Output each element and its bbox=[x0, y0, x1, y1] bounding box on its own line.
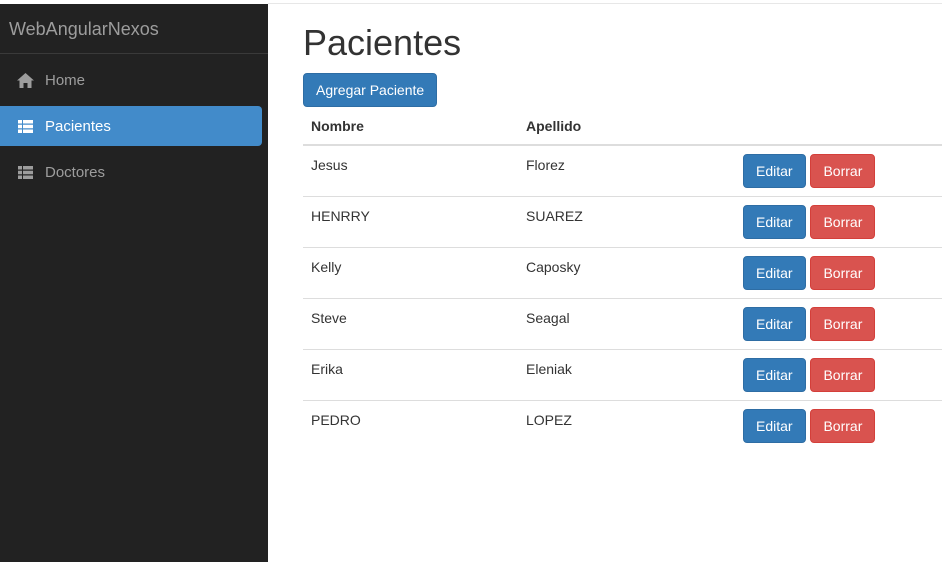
cell-apellido: LOPEZ bbox=[518, 399, 735, 451]
sidebar-item-label: Pacientes bbox=[45, 117, 111, 135]
cell-nombre: HENRRY bbox=[303, 195, 518, 247]
cell-nombre: Jesus bbox=[303, 144, 518, 196]
table-row: Steve Seagal Editar Borrar bbox=[303, 297, 942, 349]
sidebar-item-home[interactable]: Home bbox=[0, 60, 262, 100]
column-header-nombre: Nombre bbox=[303, 108, 518, 146]
page-title: Pacientes bbox=[303, 22, 462, 63]
table-row: HENRRY SUAREZ Editar Borrar bbox=[303, 195, 942, 247]
cell-actions: Editar Borrar bbox=[735, 246, 942, 298]
delete-button[interactable]: Borrar bbox=[810, 357, 876, 392]
delete-button[interactable]: Borrar bbox=[810, 408, 876, 443]
column-header-actions bbox=[735, 108, 942, 146]
cell-actions: Editar Borrar bbox=[735, 297, 942, 349]
cell-nombre: Kelly bbox=[303, 246, 518, 298]
table-row: Erika Eleniak Editar Borrar bbox=[303, 348, 942, 400]
cell-apellido: Caposky bbox=[518, 246, 735, 298]
home-icon bbox=[16, 71, 34, 89]
cell-nombre: PEDRO bbox=[303, 399, 518, 451]
sidebar-item-pacientes[interactable]: Pacientes bbox=[0, 106, 262, 146]
cell-apellido: SUAREZ bbox=[518, 195, 735, 247]
edit-button[interactable]: Editar bbox=[743, 255, 806, 290]
sidebar: WebAngularNexos Home Pacientes Doctores bbox=[0, 4, 268, 562]
cell-actions: Editar Borrar bbox=[735, 348, 942, 400]
edit-button[interactable]: Editar bbox=[743, 204, 806, 239]
main-content: Pacientes Agregar Paciente Nombre Apelli… bbox=[303, 4, 942, 451]
delete-button[interactable]: Borrar bbox=[810, 154, 876, 188]
edit-button[interactable]: Editar bbox=[743, 408, 806, 443]
edit-button[interactable]: Editar bbox=[743, 357, 806, 392]
table-row: Jesus Florez Editar Borrar bbox=[303, 144, 942, 196]
table-row: PEDRO LOPEZ Editar Borrar bbox=[303, 399, 942, 451]
cell-actions: Editar Borrar bbox=[735, 195, 942, 247]
brand-title[interactable]: WebAngularNexos bbox=[0, 4, 268, 54]
cell-nombre: Steve bbox=[303, 297, 518, 349]
cell-actions: Editar Borrar bbox=[735, 144, 942, 196]
add-patient-button[interactable]: Agregar Paciente bbox=[303, 73, 438, 107]
cell-actions: Editar Borrar bbox=[735, 399, 942, 451]
table-header-row: Nombre Apellido bbox=[303, 108, 942, 146]
sidebar-item-label: Home bbox=[45, 71, 86, 89]
delete-button[interactable]: Borrar bbox=[810, 204, 876, 239]
cell-apellido: Seagal bbox=[518, 297, 735, 349]
edit-button[interactable]: Editar bbox=[743, 154, 806, 188]
list-icon bbox=[16, 117, 34, 135]
table-row: Kelly Caposky Editar Borrar bbox=[303, 246, 942, 298]
cell-apellido: Florez bbox=[518, 144, 735, 196]
column-header-apellido: Apellido bbox=[518, 108, 735, 146]
sidebar-item-doctores[interactable]: Doctores bbox=[0, 152, 262, 192]
patients-table: Nombre Apellido Jesus Florez Editar Borr… bbox=[303, 108, 942, 451]
delete-button[interactable]: Borrar bbox=[810, 255, 876, 290]
delete-button[interactable]: Borrar bbox=[810, 306, 876, 341]
sidebar-item-label: Doctores bbox=[45, 163, 106, 181]
sidebar-nav: Home Pacientes Doctores bbox=[0, 54, 268, 192]
cell-apellido: Eleniak bbox=[518, 348, 735, 400]
list-icon bbox=[16, 163, 34, 181]
cell-nombre: Erika bbox=[303, 348, 518, 400]
edit-button[interactable]: Editar bbox=[743, 306, 806, 341]
